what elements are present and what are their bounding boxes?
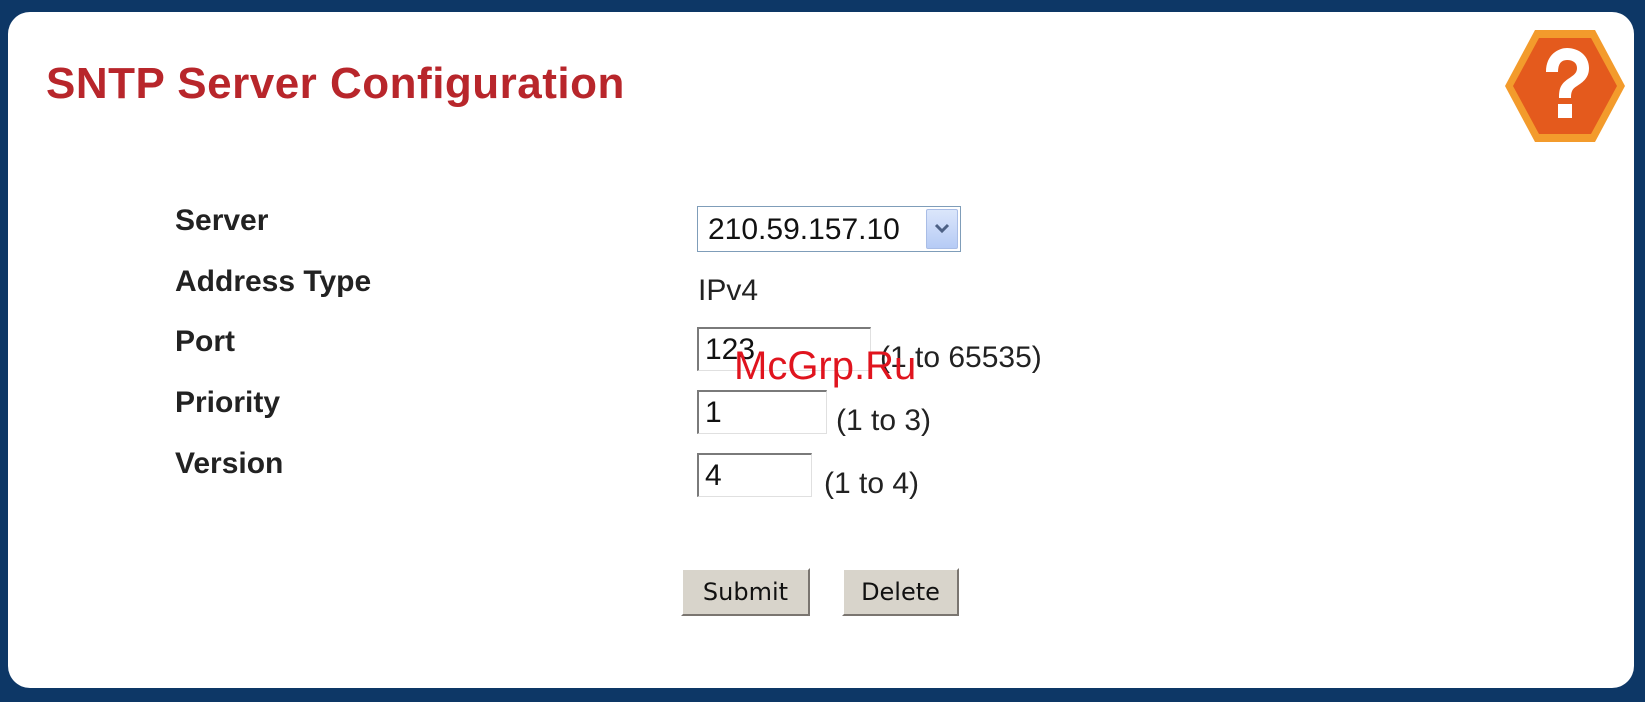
chevron-down-icon — [934, 223, 950, 234]
version-label: Version — [175, 447, 284, 480]
dropdown-arrow[interactable] — [926, 209, 958, 249]
address-type-label: Address Type — [175, 265, 372, 298]
server-select-value: 210.59.157.10 — [708, 213, 900, 246]
priority-range-hint: (1 to 3) — [836, 404, 932, 437]
port-input[interactable] — [697, 327, 871, 371]
page-title: SNTP Server Configuration — [46, 59, 625, 108]
server-label: Server — [175, 204, 269, 237]
version-range-hint: (1 to 4) — [824, 467, 920, 500]
version-input[interactable] — [697, 453, 812, 497]
priority-input[interactable] — [697, 390, 827, 434]
port-range-hint: (1 to 65535) — [880, 341, 1042, 374]
delete-button[interactable]: Delete — [842, 568, 959, 616]
config-panel: SNTP Server Configuration Server 210.59.… — [8, 12, 1634, 688]
help-icon[interactable] — [1503, 24, 1627, 148]
address-type-value: IPv4 — [698, 274, 759, 307]
port-label: Port — [175, 325, 235, 358]
priority-label: Priority — [175, 386, 281, 419]
server-select[interactable]: 210.59.157.10 — [697, 206, 961, 252]
submit-button[interactable]: Submit — [681, 568, 810, 616]
